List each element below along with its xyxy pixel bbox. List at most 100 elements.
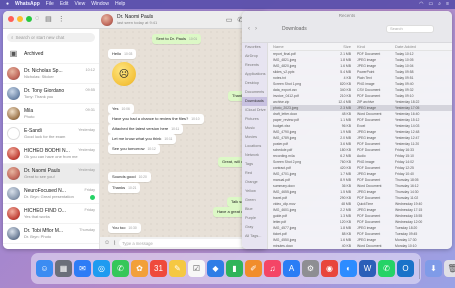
chrome-icon[interactable]: ◉ [321,260,338,277]
appstore-icon[interactable]: A [283,260,300,277]
finder-sidebar-item[interactable]: iCloud Drive [242,106,267,115]
finder-sidebar-item[interactable]: Red [242,169,267,178]
finder-sidebar-item[interactable]: Green [242,196,267,205]
message-bubble-incoming[interactable]: Hello 10:03 [108,49,137,59]
video-call-icon[interactable]: ▭ [226,16,233,24]
outlook-icon[interactable]: O [397,260,414,277]
chat-item[interactable]: E-Sandi Good luck for the exam Yesterday [3,124,99,144]
safari-icon[interactable]: ◎ [93,260,110,277]
chat-item[interactable]: Mila Photo 09:31 [3,104,99,124]
finder-sidebar-item[interactable]: Applications [242,70,267,79]
message-bubble-incoming[interactable]: Have you had a chance to review the file… [108,114,204,124]
chat-time: 10:12 [85,68,95,72]
finder-window: Recents ‹ › Downloads Search Favorites A… [242,11,452,249]
message-bubble-incoming[interactable]: Let me know what you think 10:11 [108,134,177,144]
photos-icon[interactable]: ✿ [131,260,148,277]
finder-search-input[interactable]: Search [386,25,434,33]
numbers-icon[interactable]: ▮ [226,260,243,277]
finder-sidebar-item[interactable]: Documents [242,88,267,97]
chat-item[interactable]: HICHEO FIND O... Yes that works Friday [3,204,99,224]
menu-help[interactable]: Help [115,0,125,9]
finder-sidebar-item[interactable]: Yellow [242,187,267,196]
emoji-icon[interactable]: ☺ [104,240,110,246]
control-center-icon[interactable]: ≡ [446,0,449,9]
keynote-icon[interactable]: ◆ [207,260,224,277]
finder-sidebar-item[interactable]: Desktop [242,79,267,88]
whatsapp-icon[interactable]: ✆ [378,260,395,277]
finder-sidebar-item[interactable]: Movies [242,133,267,142]
launchpad-icon[interactable]: ▦ [55,260,72,277]
message-input[interactable]: Type a message [119,239,257,247]
chat-item-archived[interactable]: ▣ Archived [3,44,99,64]
minimize-window-button[interactable] [17,16,23,22]
chat-item[interactable]: Dr. Tony Giordano Tony: Thank you 09:55 [3,84,99,104]
message-bubble-outgoing[interactable]: Sent to Dr. Pauls 10:01 [152,34,202,44]
finder-icon[interactable]: ☺ [36,260,53,277]
menu-view[interactable]: View [74,0,85,9]
finder-sidebar: Favorites AirDrop Recents Applications D… [242,43,268,249]
close-window-button[interactable] [8,16,14,22]
menu-edit[interactable]: Edit [60,0,69,9]
word-icon[interactable]: W [359,260,376,277]
trash-icon[interactable]: 🗑 [444,260,455,277]
pages-icon[interactable]: ✐ [245,260,262,277]
column-header-name[interactable]: Name [270,43,334,50]
status-icon[interactable]: ◌ [35,15,39,23]
menu-dots-icon[interactable]: ⋮ [58,15,65,23]
chat-item-text: Archived [24,51,95,57]
back-icon[interactable]: ‹ [248,26,250,32]
message-bubble-incoming[interactable]: Thanks 10:21 [108,183,141,193]
music-icon[interactable]: ♫ [264,260,281,277]
message-time: 10:20 [138,175,147,179]
message-bubble-incoming[interactable]: Sounds good 10:20 [108,172,151,182]
file-row[interactable]: minutes.docx 40 KB Word Document Monday 10:… [270,243,452,249]
battery-icon[interactable]: ▭ [429,0,434,9]
zoom-window-button[interactable] [26,16,32,22]
column-header-kind[interactable]: Kind [354,43,392,50]
notes-icon[interactable]: ✎ [169,260,186,277]
settings-icon[interactable]: ⚙ [302,260,319,277]
chat-header[interactable]: Dr. Naomi Pauls last seen today at 9:41 … [101,13,263,27]
message-bubble-incoming[interactable]: Yes 10:06 [108,104,134,114]
chat-item[interactable]: HICHEO BODHI N... Ok you can have one fr… [3,144,99,164]
messages-icon[interactable]: ✆ [112,260,129,277]
chat-item[interactable]: NeuroFocused N... Dr. Bryn: Great presen… [3,184,99,204]
message-bubble-incoming[interactable]: See you tomorrow 10:12 [108,144,160,154]
new-chat-icon[interactable]: ▤ [45,15,52,23]
finder-sidebar-item[interactable]: Music [242,124,267,133]
chat-item[interactable]: Dr. Tobi Mflor M... Dr. Bryn: Photo Thur… [3,224,99,244]
finder-sidebar-item[interactable]: Orange [242,178,267,187]
attach-icon[interactable]: ⌇ [113,240,116,247]
column-header-size[interactable]: Size [334,43,354,50]
chat-header-text: Dr. Naomi Pauls last seen today at 9:41 [117,14,157,26]
zoom-icon[interactable]: ◐ [340,260,357,277]
menu-app-name[interactable]: WhatsApp [15,0,40,9]
finder-sidebar-item[interactable]: Network [242,151,267,160]
finder-sidebar-item[interactable]: AirDrop [242,52,267,61]
finder-sidebar-item[interactable]: Blue [242,205,267,214]
chat-item-active[interactable]: Dr. Naomi Pauls Great to see you! Yester… [3,164,99,184]
sticker-emoji-icon[interactable]: ☹ [112,62,136,86]
finder-sidebar-item[interactable]: All Tags... [242,232,267,241]
column-header-date[interactable]: Date Added [392,43,452,50]
finder-sidebar-item-selected[interactable]: Downloads [242,97,267,106]
finder-sidebar-item[interactable]: Purple [242,214,267,223]
downloads-stack-icon[interactable]: ⬇ [425,260,442,277]
apple-menu-icon[interactable]: ● [6,0,9,9]
wifi-icon[interactable]: ◠ [419,0,423,9]
forward-icon[interactable]: › [255,26,257,32]
calendar-icon[interactable]: 31 [150,260,167,277]
finder-sidebar-item[interactable]: Gray [242,223,267,232]
search-input[interactable]: ⌕ Search or start new chat [7,33,95,42]
contact-avatar[interactable] [101,14,113,26]
menu-window[interactable]: Window [91,0,109,9]
chat-item[interactable]: Dr. Nicholas Sp... Nicholas: Sticker 10:… [3,64,99,84]
mail-icon[interactable]: ✉ [74,260,91,277]
menu-file[interactable]: File [46,0,54,9]
reminders-icon[interactable]: ☑ [188,260,205,277]
message-bubble-incoming[interactable]: Attached the latest version here 10:11 [108,124,184,134]
search-menubar-icon[interactable]: ⌕ [438,0,441,9]
message-bubble-incoming[interactable]: You too 10:30 [108,223,141,233]
finder-sidebar-item[interactable]: Recents [242,61,267,70]
finder-sidebar-item[interactable]: Pictures [242,115,267,124]
